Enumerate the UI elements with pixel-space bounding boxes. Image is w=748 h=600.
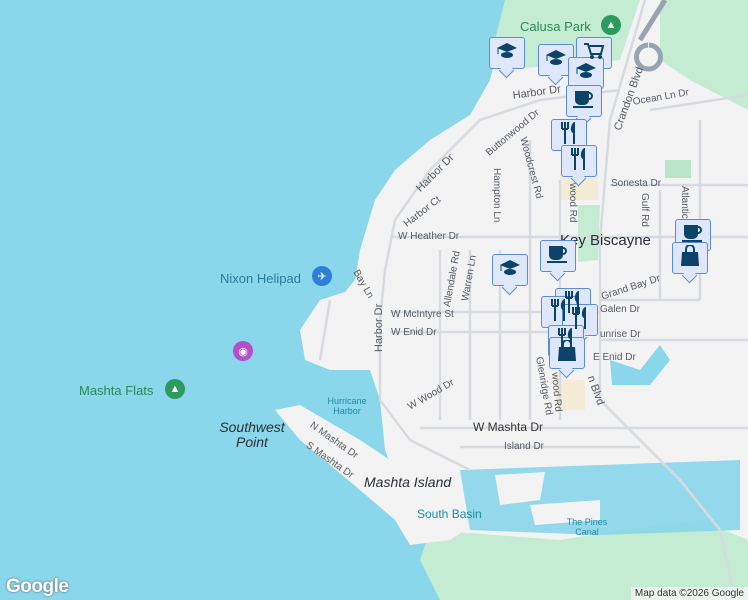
airport-icon: ✈ [312, 266, 332, 286]
shopping-bag-icon [680, 243, 700, 272]
park-icon: ▲ [165, 379, 185, 399]
marker-restaurant[interactable] [561, 145, 597, 177]
label-w-enid-dr: W Enid Dr [391, 327, 437, 338]
label-w-heather-dr: W Heather Dr [398, 231, 460, 242]
label-nixon-helipad: Nixon Helipad [220, 271, 301, 286]
label-the-pines-canal: The Pines Canal [566, 517, 608, 537]
cafe-icon [546, 244, 570, 269]
label-hurricane-harbor: Hurricane Harbor [327, 396, 367, 416]
school-icon [545, 49, 567, 72]
marker-shopping-bag[interactable] [672, 242, 708, 274]
camera-icon: ◉ [233, 341, 253, 361]
marker-cafe[interactable] [566, 85, 602, 117]
label-gulf-rd: Gulf Rd [639, 193, 650, 227]
marker-school[interactable] [492, 254, 528, 286]
label-southwest-point: Southwest Point [219, 419, 285, 450]
park-icon: ▲ [601, 15, 621, 35]
label-mashta-island: Mashta Island [364, 474, 452, 490]
label-south-basin: South Basin [417, 507, 482, 521]
marker-shopping-bag[interactable] [549, 337, 585, 369]
park-square [665, 160, 691, 178]
label-harbor-dr-south: Harbor Dr [373, 303, 385, 352]
label-hampton-ln: Hampton Ln [491, 168, 502, 223]
cafe-icon [572, 89, 596, 114]
school-icon [496, 42, 518, 65]
label-w-mcintyre-st: W McIntyre St [391, 309, 454, 320]
shopping-bag-icon [557, 338, 577, 367]
label-sunrise-dr: unrise Dr [600, 329, 641, 340]
label-atlantic: Atlantic [679, 186, 690, 219]
label-wood-rd: wood Rd [567, 183, 578, 223]
school-icon [499, 259, 521, 282]
label-e-enid-dr: E Enid Dr [593, 352, 636, 363]
label-mashta-flats: Mashta Flats [79, 383, 154, 398]
marker-school[interactable] [489, 37, 525, 69]
label-sonesta-dr: Sonesta Dr [611, 178, 662, 189]
restaurant-icon [569, 147, 589, 176]
label-calusa-park: Calusa Park [520, 19, 591, 34]
label-island-dr: Island Dr [504, 441, 545, 452]
label-w-mashta-dr: W Mashta Dr [473, 420, 544, 434]
map-attribution[interactable]: Map data ©2026 Google [630, 587, 748, 600]
school-icon [575, 62, 597, 85]
label-galen-dr: Galen Dr [600, 304, 641, 315]
google-logo[interactable]: Google [6, 576, 69, 598]
marker-cafe[interactable] [540, 240, 576, 272]
